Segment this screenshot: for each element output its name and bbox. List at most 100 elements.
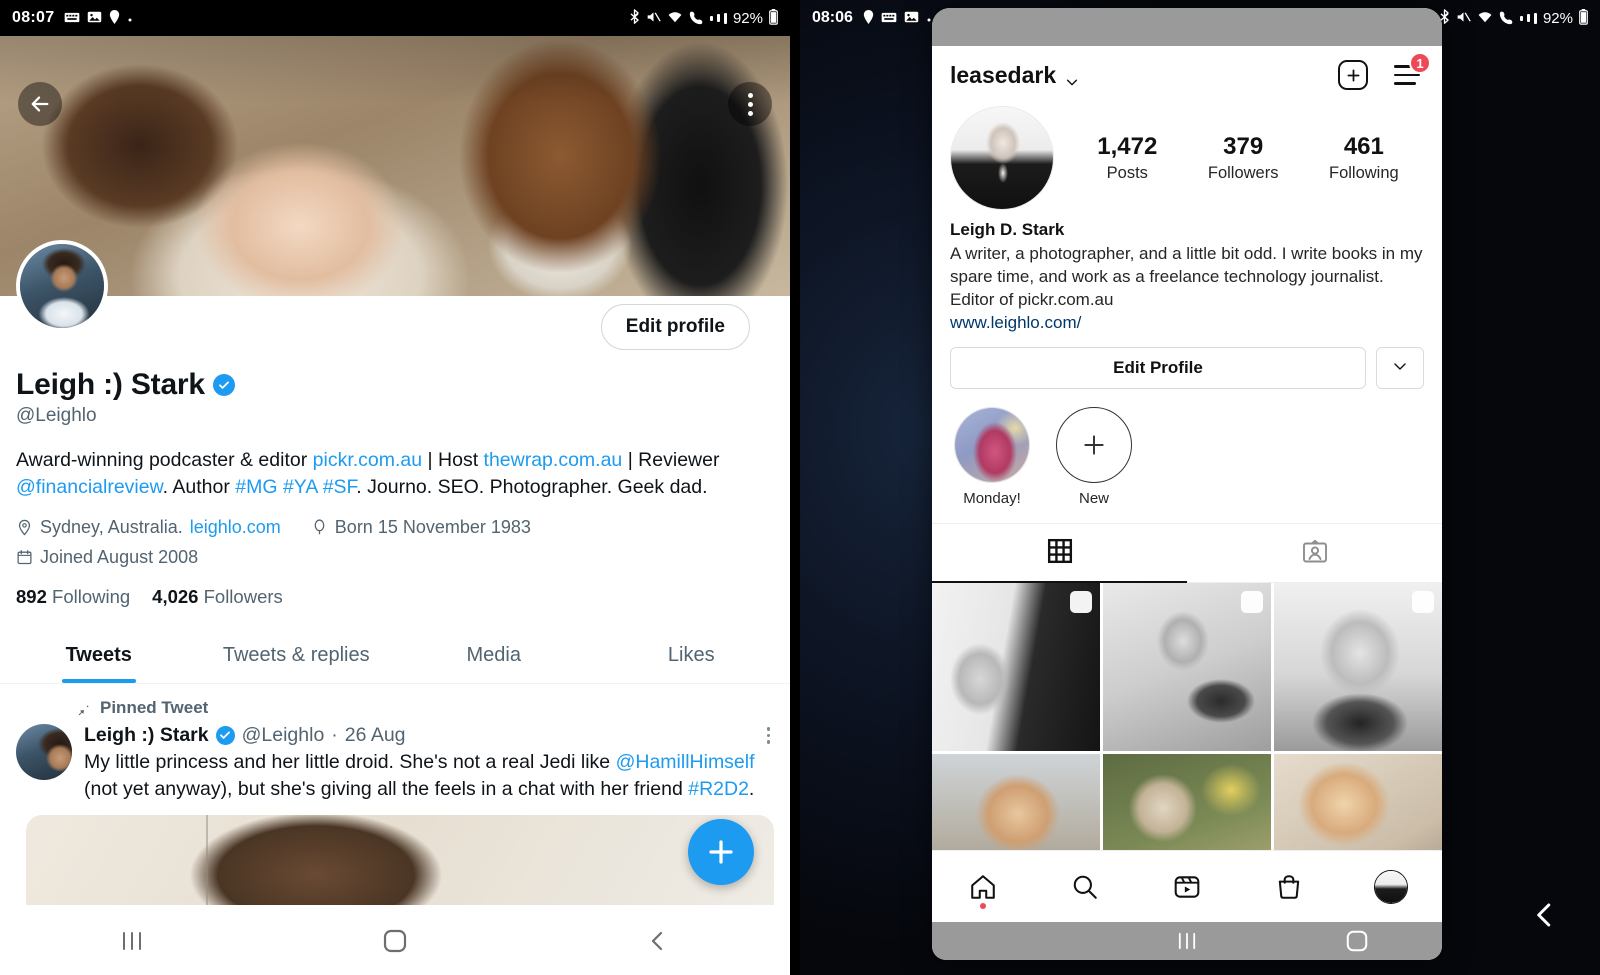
followers-count: 4,026 <box>152 585 199 607</box>
bio-link[interactable]: @financialreview <box>16 476 163 498</box>
instagram-action-row: Edit Profile <box>932 333 1442 390</box>
tab-tagged[interactable] <box>1187 524 1442 584</box>
instagram-app-window: leasedark 1 1,472 Posts 379 Followers 46… <box>932 8 1442 960</box>
stat-following[interactable]: 461 Following <box>1329 133 1399 183</box>
nav-profile[interactable] <box>1361 857 1421 917</box>
back-icon[interactable] <box>527 929 790 953</box>
add-highlight-item[interactable]: New <box>1056 407 1132 507</box>
tweet-overflow-icon[interactable] <box>766 727 775 744</box>
story-highlight-item[interactable]: Monday! <box>954 407 1030 507</box>
stat-followers[interactable]: 379 Followers <box>1208 133 1279 183</box>
avatar[interactable] <box>16 240 108 332</box>
compose-tweet-button[interactable] <box>688 819 754 885</box>
status-notification-icons <box>863 10 932 26</box>
followers-stat[interactable]: 4,026 Followers <box>152 586 283 608</box>
balloon-icon <box>314 519 325 535</box>
status-time: 08:07 <box>12 9 55 26</box>
nav-shop[interactable] <box>1259 857 1319 917</box>
multi-photo-icon <box>1070 591 1092 614</box>
website-link[interactable]: leighlo.com <box>190 517 281 538</box>
tab-tweets[interactable]: Tweets <box>0 630 198 683</box>
following-stat[interactable]: 892 Following <box>16 586 130 608</box>
tweet-media-image[interactable] <box>26 815 774 906</box>
profile-meta: Sydney, Australia. leighlo.com Born 15 N… <box>16 517 774 538</box>
image-icon <box>87 11 102 25</box>
bio-link[interactable]: thewrap.com.au <box>484 449 623 471</box>
battery-icon <box>1579 9 1588 27</box>
search-icon <box>1073 875 1097 899</box>
birthday-meta: Born 15 November 1983 <box>311 517 531 538</box>
profile-bio-link[interactable]: www.leighlo.com/ <box>950 313 1424 333</box>
mute-icon <box>646 10 661 26</box>
bio-link[interactable]: #MG #YA #SF <box>235 476 356 498</box>
location-pin-icon <box>18 519 31 536</box>
location-pin-icon <box>109 10 120 26</box>
menu-notification-badge: 1 <box>1409 52 1431 74</box>
chevron-down-icon <box>1065 68 1079 86</box>
account-switcher[interactable]: leasedark <box>950 62 1079 89</box>
tab-likes[interactable]: Likes <box>593 630 791 683</box>
profile-avatar-icon <box>1374 869 1408 904</box>
stat-number: 461 <box>1343 133 1384 161</box>
tab-grid[interactable] <box>932 524 1187 584</box>
nav-search[interactable] <box>1055 857 1115 917</box>
back-chevron-icon[interactable] <box>1530 900 1560 935</box>
page-title: Leigh :) Stark <box>16 368 774 402</box>
tab-label: Likes <box>667 643 715 666</box>
profile-options-dropdown-button[interactable] <box>1376 347 1424 390</box>
plus-icon <box>1056 407 1132 484</box>
highlight-label: Monday! <box>963 490 1021 508</box>
keyboard-icon <box>64 11 80 25</box>
pin-icon <box>78 701 89 716</box>
tweet-link[interactable]: @HamillHimself <box>616 751 755 773</box>
recents-icon[interactable] <box>0 931 263 951</box>
mute-icon <box>1456 10 1471 26</box>
bio-link[interactable]: pickr.com.au <box>313 449 422 471</box>
instagram-bottom-nav <box>932 850 1442 922</box>
stat-number: 379 <box>1223 133 1264 161</box>
tweet-author-handle: @Leighlo <box>241 723 325 746</box>
plus-box-icon[interactable] <box>1338 60 1368 90</box>
nav-home[interactable] <box>953 857 1013 917</box>
back-arrow-icon[interactable] <box>18 82 62 126</box>
stat-label: Following <box>1329 163 1399 182</box>
twitter-status-bar: 08:07 92% <box>0 0 790 36</box>
stat-posts[interactable]: 1,472 Posts <box>1097 133 1157 183</box>
tab-media[interactable]: Media <box>395 630 593 683</box>
avatar[interactable] <box>950 106 1054 210</box>
tweet-link[interactable]: #R2D2 <box>688 778 749 800</box>
home-icon[interactable] <box>263 928 526 954</box>
small-dot-icon <box>926 11 932 25</box>
tweet-avatar[interactable] <box>16 723 72 780</box>
display-name: Leigh :) Stark <box>16 368 205 401</box>
account-username: leasedark <box>950 61 1057 88</box>
edit-profile-button[interactable]: Edit Profile <box>950 347 1366 390</box>
grid-post-thumbnail[interactable] <box>932 583 1100 752</box>
pinned-tweet-label: Pinned Tweet <box>0 684 790 718</box>
bluetooth-icon <box>1439 9 1450 27</box>
grid-post-thumbnail[interactable] <box>1103 583 1271 752</box>
bio-text: | Reviewer <box>622 449 720 471</box>
instagram-header: leasedark 1 <box>932 46 1442 100</box>
recents-icon[interactable] <box>1102 932 1272 950</box>
twitter-phone-panel: 08:07 92% Edit profile Leigh:) Stark @L… <box>0 0 790 975</box>
plus-icon <box>709 840 733 864</box>
story-highlights: Monday! New <box>932 389 1442 507</box>
overflow-menu-icon[interactable] <box>728 82 772 126</box>
profile-avatar-row: Edit profile <box>0 240 790 368</box>
pinned-tweet[interactable]: Leigh :) Stark @Leighlo · 26 Aug My litt… <box>0 718 790 906</box>
tweet-text-segment: (not yet anyway), but she's giving all t… <box>84 778 689 801</box>
edit-profile-button[interactable]: Edit profile <box>600 304 750 350</box>
reels-icon <box>1174 875 1200 898</box>
grid-post-thumbnail[interactable] <box>1274 583 1442 752</box>
calendar-icon <box>17 549 32 564</box>
hamburger-menu-icon[interactable]: 1 <box>1394 52 1431 87</box>
tab-tweets-replies[interactable]: Tweets & replies <box>198 630 396 683</box>
nav-reels[interactable] <box>1157 857 1217 917</box>
tweet-header: Leigh :) Stark @Leighlo · 26 Aug <box>84 724 774 747</box>
home-icon[interactable] <box>1272 929 1442 953</box>
grid-icon <box>1047 538 1073 569</box>
profile-bio: Award-winning podcaster & editor pickr.c… <box>16 447 774 501</box>
instagram-phone-panel: 08:06 92% leasedark 1 1,472 Posts 379 Fo… <box>800 0 1600 975</box>
call-icon <box>1499 10 1514 27</box>
